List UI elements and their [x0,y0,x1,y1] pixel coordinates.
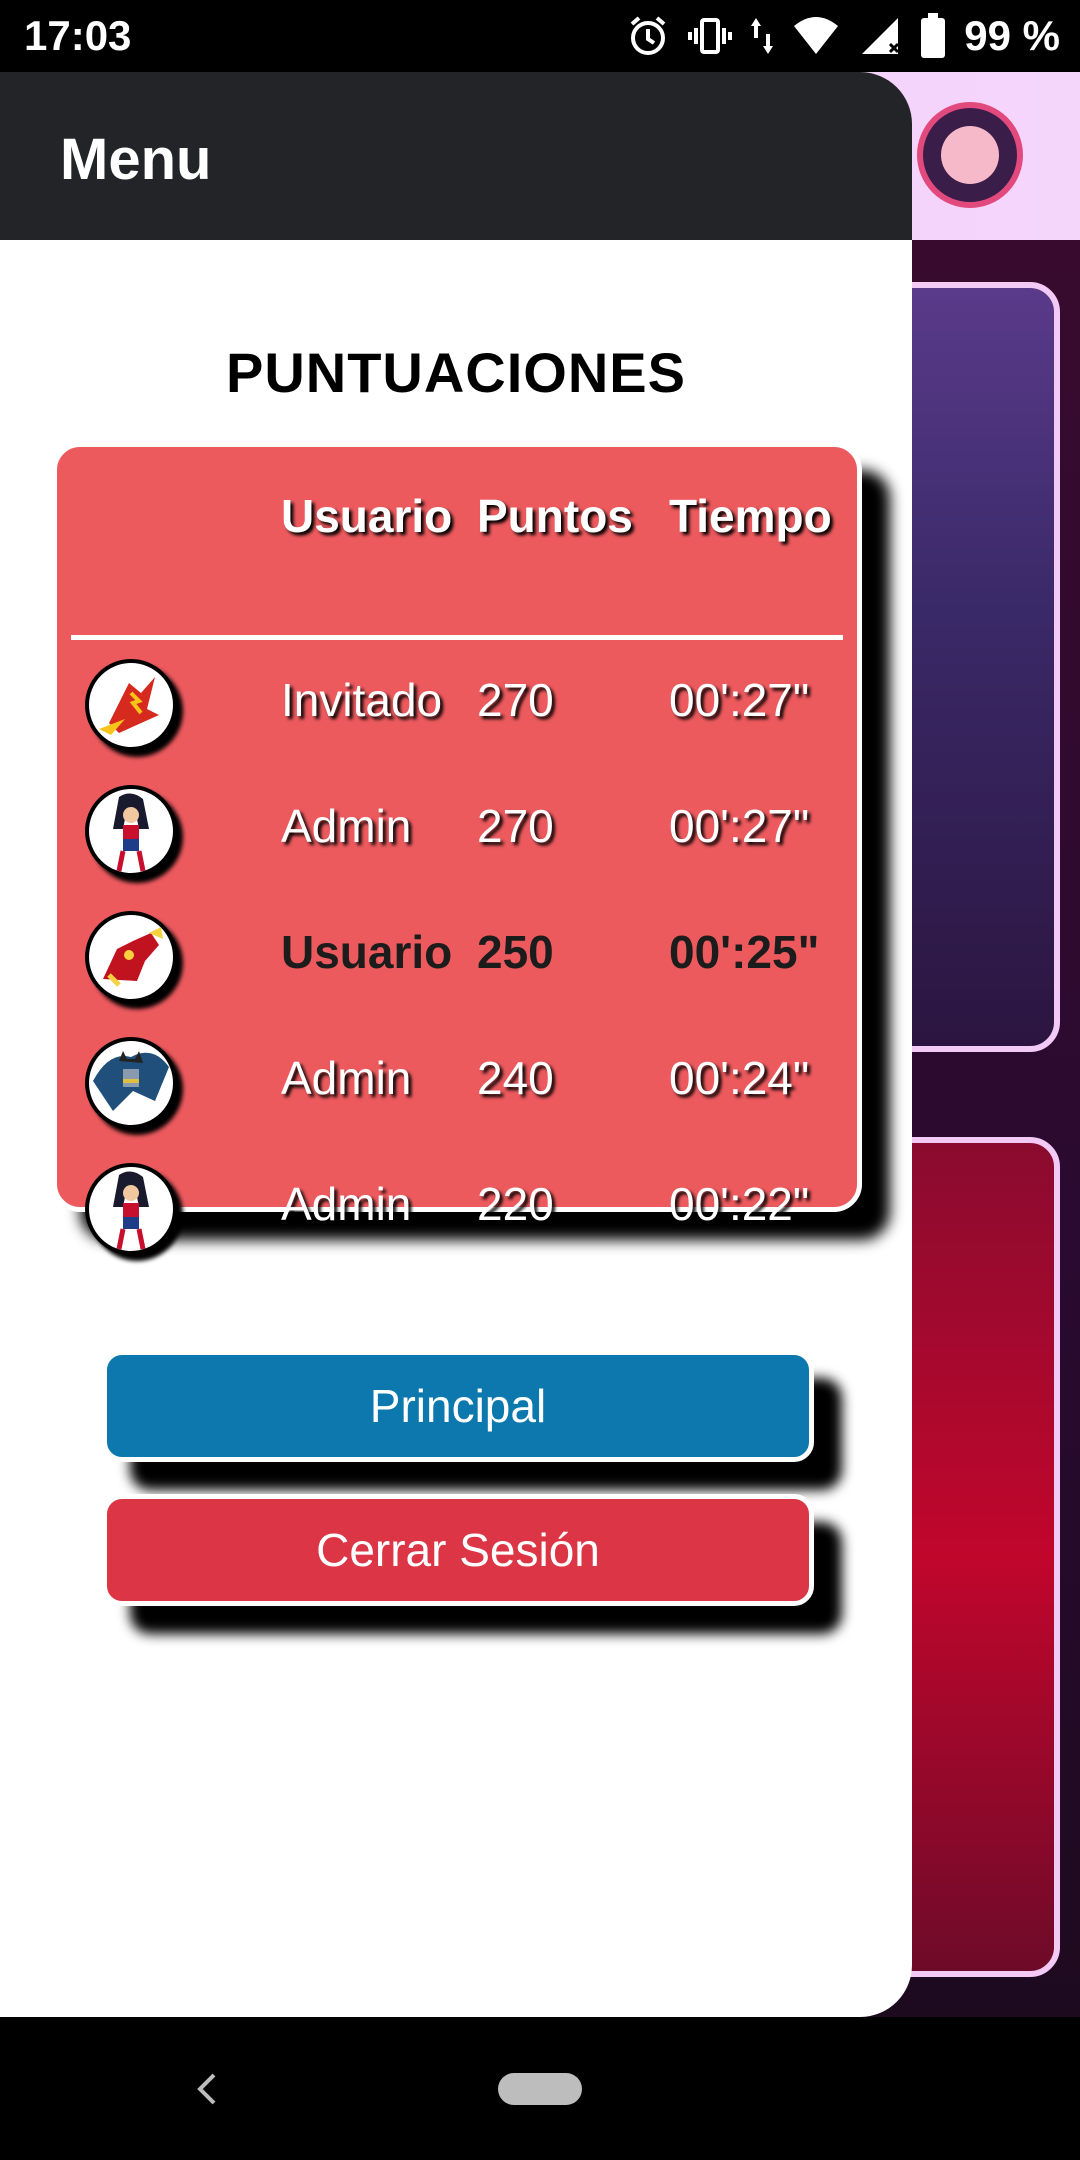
wonder-woman-avatar-icon [85,1163,177,1255]
row-points: 220 [477,1178,554,1230]
drawer-title: Menu [60,127,212,192]
home-pill-icon[interactable] [498,2073,582,2105]
table-row: Admin 270 00':27" [57,785,857,905]
back-icon[interactable] [190,2069,226,2109]
column-header-user: Usuario [281,490,453,542]
scores-title: PUNTUACIONES [225,341,687,404]
data-arrows-icon [751,18,774,54]
flash-avatar-icon [85,659,177,751]
battery-icon [921,13,946,58]
header-divider [71,635,843,640]
row-time: 00':22" [669,1178,810,1230]
row-points: 270 [477,800,554,852]
row-user: Admin [281,800,412,852]
row-user: Invitado [281,674,443,726]
wifi-icon [794,17,839,54]
alarm-icon [630,16,666,55]
wonder-woman-avatar-icon [85,785,177,877]
row-time: 00':27" [669,800,810,852]
principal-button[interactable]: Principal [102,1350,814,1462]
row-user: Admin [281,1178,412,1230]
row-points: 250 [477,926,554,978]
status-time: 17:03 [24,12,132,59]
navigation-drawer: Menu PUNTUACIONES Usuario Puntos Tiempo … [0,72,912,2017]
signal-icon [862,18,900,54]
batman-avatar-icon [85,1037,177,1129]
row-points: 270 [477,674,554,726]
row-time: 00':25" [669,926,820,978]
system-nav-bar [0,2017,1080,2160]
logout-button[interactable]: Cerrar Sesión [102,1494,814,1606]
column-header-time: Tiempo [669,490,832,542]
table-row: Usuario 250 00':25" [57,911,857,1031]
scores-table: Usuario Puntos Tiempo Invitado 270 00':2… [52,442,862,1255]
table-row: Invitado 270 00':27" [57,659,857,779]
table-row: Admin 220 00':22" [57,1163,857,1283]
row-points: 240 [477,1052,554,1104]
iron-man-avatar-icon [85,911,177,1003]
table-row: Admin 240 00':24" [57,1037,857,1157]
battery-percent: 99 % [964,12,1060,59]
app-logo-icon[interactable] [917,102,1023,208]
row-user: Usuario [281,926,453,978]
row-time: 00':27" [669,674,810,726]
status-bar: 17:03 99 % [0,0,1080,72]
row-time: 00':24" [669,1052,810,1104]
drawer-header: Menu [0,72,912,240]
status-icons: 99 % [626,10,1060,62]
column-header-points: Puntos [477,490,633,542]
row-user: Admin [281,1052,412,1104]
vibrate-icon [688,18,733,54]
